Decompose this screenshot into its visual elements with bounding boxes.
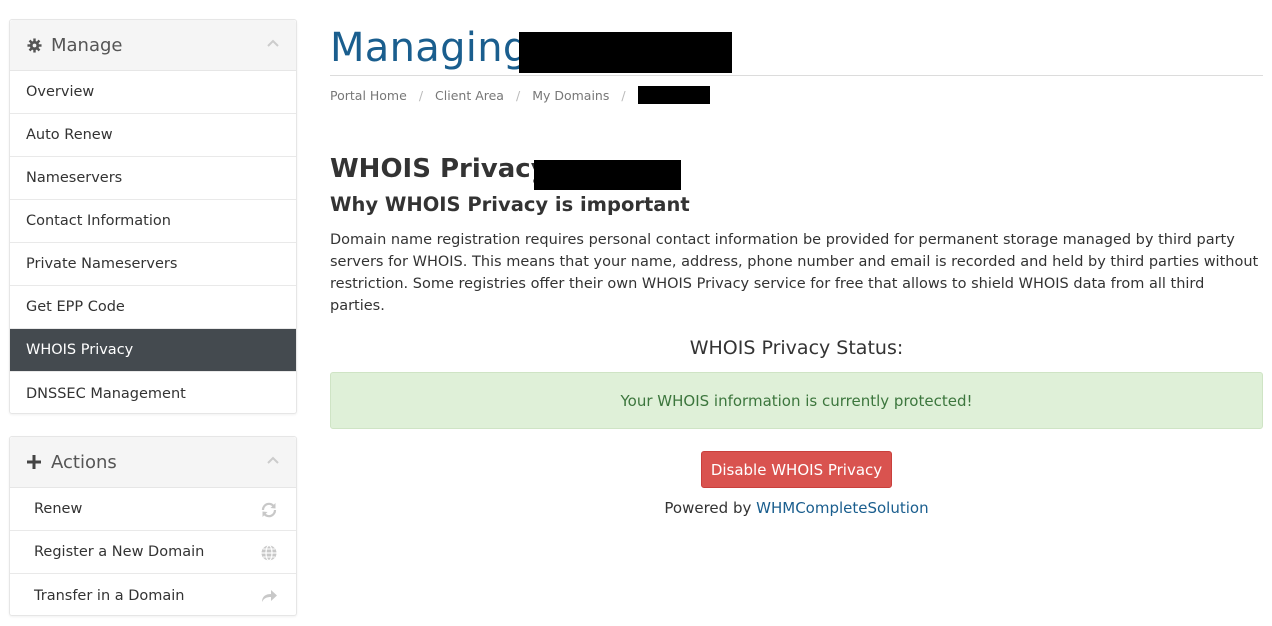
sidebar-item-label: Private Nameservers — [26, 256, 178, 272]
breadcrumb-separator: / — [515, 87, 521, 103]
status-message: Your WHOIS information is currently prot… — [620, 391, 973, 410]
chevron-up-icon[interactable] — [266, 454, 280, 468]
action-label: Renew — [34, 501, 83, 517]
action-renew[interactable]: Renew — [10, 488, 296, 531]
action-register-new-domain[interactable]: Register a New Domain — [10, 531, 296, 574]
manage-panel-header[interactable]: Manage — [10, 20, 296, 71]
sidebar-item-label: DNSSEC Management — [26, 385, 186, 402]
sidebar-item-label: WHOIS Privacy — [26, 342, 134, 358]
sidebar-item-label: Get EPP Code — [26, 299, 125, 315]
disable-whois-privacy-button[interactable]: Disable WHOIS Privacy — [701, 451, 892, 488]
sidebar-item-label: Auto Renew — [26, 127, 113, 143]
actions-panel: Actions Renew Register a New Domain Tran… — [9, 436, 297, 616]
sidebar-item-label: Overview — [26, 84, 95, 100]
page-title: Managing — [330, 25, 529, 71]
title-divider — [330, 75, 1263, 76]
redacted-domain-name — [519, 32, 732, 73]
sidebar-item-contact-information[interactable]: Contact Information — [10, 200, 296, 243]
status-label: WHOIS Privacy Status: — [689, 337, 904, 359]
manage-panel-title: Manage — [51, 34, 123, 56]
sidebar-item-nameservers[interactable]: Nameservers — [10, 157, 296, 200]
gear-icon — [26, 37, 42, 53]
description-text: Domain name registration requires person… — [330, 232, 1259, 314]
action-label: Transfer in a Domain — [34, 587, 185, 604]
status-alert: Your WHOIS information is currently prot… — [330, 372, 1263, 429]
manage-panel: Manage Overview Auto Renew Nameservers C… — [9, 19, 297, 414]
sidebar-item-get-epp-code[interactable]: Get EPP Code — [10, 286, 296, 329]
refresh-icon — [260, 501, 278, 519]
powered-by: Powered by WHMCompleteSolution — [330, 499, 1263, 517]
sidebar-item-whois-privacy[interactable]: WHOIS Privacy — [10, 329, 296, 372]
breadcrumb-portal-home[interactable]: Portal Home — [330, 88, 407, 103]
sidebar-item-label: Contact Information — [26, 213, 171, 229]
sidebar-item-overview[interactable]: Overview — [10, 71, 296, 114]
action-label: Register a New Domain — [34, 544, 205, 560]
plus-icon — [26, 454, 42, 470]
powered-by-prefix: Powered by — [664, 499, 752, 517]
sidebar-item-dnssec-management[interactable]: DNSSEC Management — [10, 372, 296, 415]
actions-panel-title: Actions — [51, 451, 117, 473]
redacted-section-domain — [534, 160, 681, 190]
actions-panel-header[interactable]: Actions — [10, 437, 296, 488]
sidebar-item-label: Nameservers — [26, 170, 123, 186]
breadcrumb: Portal Home / Client Area / My Domains / — [330, 86, 710, 104]
breadcrumb-client-area[interactable]: Client Area — [435, 88, 504, 103]
why-title: Why WHOIS Privacy is important — [330, 193, 690, 216]
sidebar-item-auto-renew[interactable]: Auto Renew — [10, 114, 296, 157]
breadcrumb-separator: / — [621, 87, 626, 103]
powered-by-link[interactable]: WHMCompleteSolution — [756, 499, 928, 517]
section-title: WHOIS Privacy - — [330, 154, 568, 184]
share-arrow-icon — [260, 587, 278, 605]
chevron-up-icon[interactable] — [266, 37, 280, 51]
breadcrumb-my-domains[interactable]: My Domains — [532, 88, 609, 103]
redacted-breadcrumb-domain — [637, 86, 710, 104]
breadcrumb-separator: / — [418, 87, 424, 103]
sidebar-item-private-nameservers[interactable]: Private Nameservers — [10, 243, 296, 286]
globe-icon — [260, 544, 278, 562]
action-transfer-domain[interactable]: Transfer in a Domain — [10, 574, 296, 617]
